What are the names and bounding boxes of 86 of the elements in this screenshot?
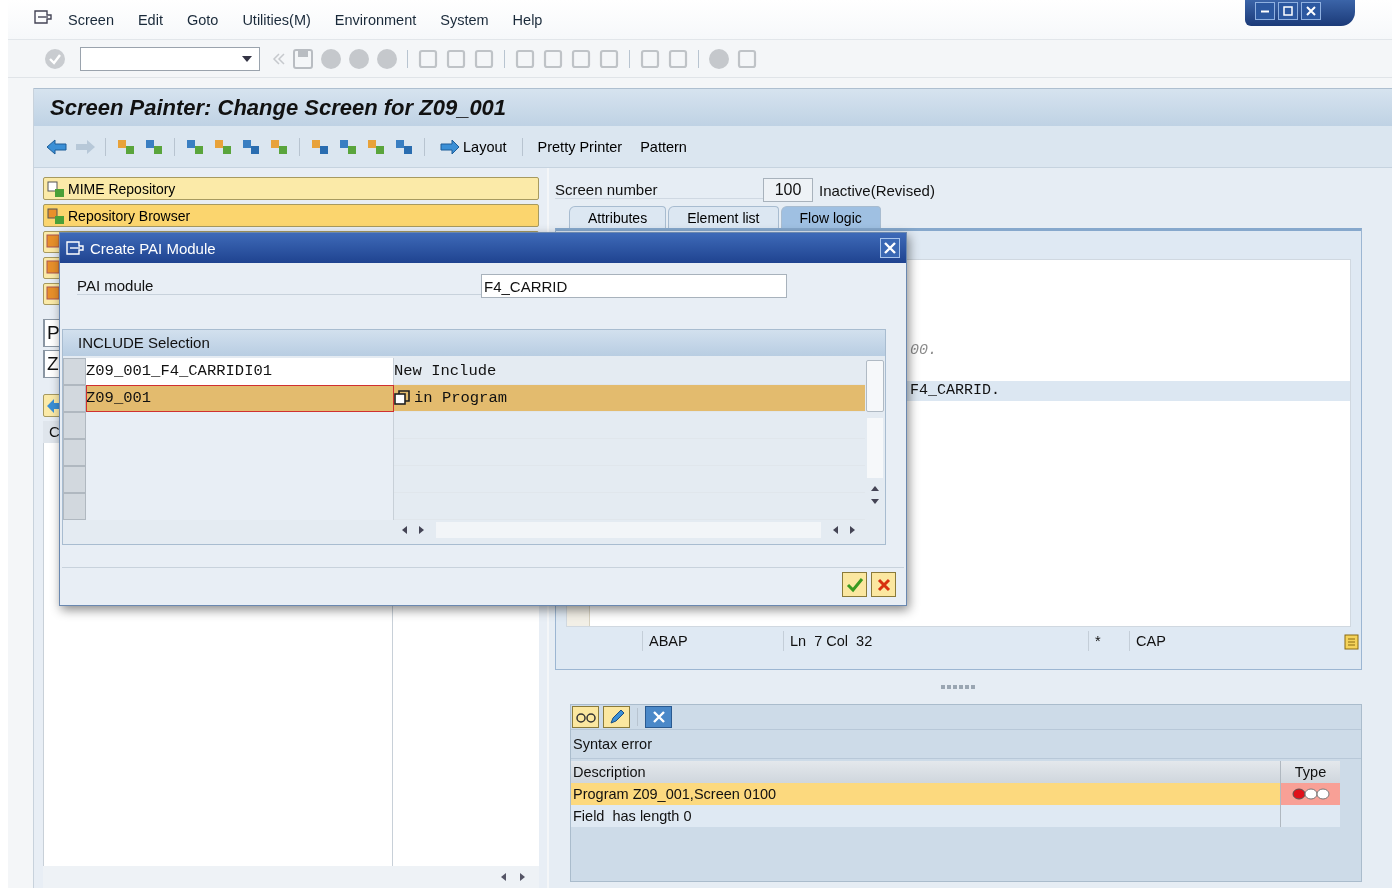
field-label: Screen number [555,181,763,199]
dialog-title: Create PAI Module [90,239,216,257]
row-selector[interactable] [63,412,86,439]
splitter-handle-icon[interactable] [940,685,977,689]
menu-item[interactable]: Goto [186,11,219,28]
save-icon[interactable] [292,47,314,70]
package-icon [46,233,62,251]
close-icon [651,710,666,724]
navigator-button[interactable]: Repository Browser [43,204,539,227]
minimize-icon [1260,9,1270,13]
arrow-right-icon [440,138,460,155]
column-header: Type [1293,763,1328,782]
package-icon [46,259,62,277]
glasses-button[interactable] [572,706,599,728]
dropdown-caret-icon [241,54,253,63]
scroll-up-icon[interactable] [870,484,880,492]
table-cell[interactable] [86,412,394,439]
group-title: INCLUDE Selection [78,334,210,351]
glasses-icon [575,710,596,724]
include-name-cell[interactable]: Z09_001 [86,385,394,412]
scroll-right-icon[interactable] [418,525,426,535]
status-text: Inactive(Revised) [819,181,935,199]
back-arrow-icon[interactable] [46,137,68,156]
menu-item[interactable]: Help [512,11,543,28]
table-row[interactable]: Z09_001_F4_CARRIDI01 New Include [63,358,865,385]
pattern-button[interactable]: Pattern [634,136,693,157]
table-cell[interactable] [86,493,394,520]
caps-status: CAP [1129,631,1236,651]
scroll-right-icon[interactable] [849,525,857,535]
tab[interactable]: Attributes [569,206,667,228]
table-cell-text: in Program [414,387,507,409]
table-row[interactable]: Z09_001 in Program [63,385,865,412]
modified-status: * [1088,631,1129,651]
navigator-button[interactable]: MIME Repository [43,177,539,200]
screen-number-field[interactable]: 100 [763,178,813,202]
minimize-button[interactable] [1255,2,1275,20]
language-status: ABAP [642,631,783,651]
cursor-position: Ln 7 Col 32 [783,631,1088,651]
menu-item[interactable]: Edit [137,11,163,28]
tab[interactable]: Flow logic [780,206,881,228]
scrollbar-thumb[interactable] [866,360,884,412]
message-title: Syntax error [573,736,652,752]
field-label: PAI module [77,277,481,295]
pretty-printer-button[interactable]: Pretty Printer [531,136,629,157]
row-selector[interactable] [63,466,86,493]
double-chevron-icon[interactable] [272,52,286,65]
scroll-left-icon[interactable] [499,872,507,882]
include-name-cell[interactable]: Z09_001_F4_CARRIDI01 [86,358,394,385]
checkmark-icon [845,576,864,593]
close-icon [1306,6,1316,16]
close-icon [884,242,896,254]
tab[interactable]: Element list [668,206,779,228]
cancel-button[interactable] [871,572,896,597]
close-button[interactable] [1301,2,1321,20]
scroll-down-icon[interactable] [870,498,880,506]
pencil-button[interactable] [603,706,630,728]
column-header: C [49,423,60,440]
maximize-icon [1283,6,1293,16]
scroll-right-icon[interactable] [519,872,527,882]
package-icon [46,285,62,303]
menu-item[interactable]: Screen [68,11,114,28]
notepad-icon[interactable] [1344,632,1360,650]
row-selector[interactable] [63,385,86,412]
maximize-button[interactable] [1278,2,1298,20]
row-selector[interactable] [63,493,86,520]
menu-item[interactable]: System [440,11,489,28]
code-line: 00. [909,341,938,361]
scroll-left-icon[interactable] [400,525,408,535]
forward-arrow-icon[interactable] [74,137,96,156]
command-field[interactable] [80,46,260,71]
table-cell-text: New Include [394,360,497,382]
menu-item[interactable]: Environment [334,11,417,28]
menu-item[interactable]: Utilities(M) [242,11,311,28]
scroll-left-icon[interactable] [831,525,839,535]
row-selector[interactable] [63,439,86,466]
menu-icon[interactable] [34,9,52,24]
pencil-icon [607,708,626,726]
enter-check-icon[interactable] [44,47,66,70]
pai-module-field[interactable]: F4_CARRID [481,274,787,298]
screen-title: Screen Painter: Change Screen for Z09_001 [50,94,507,121]
close-button[interactable] [645,706,672,728]
row-selector[interactable] [63,358,86,385]
layout-button[interactable]: Layout [434,136,513,157]
confirm-button[interactable] [842,572,867,597]
dialog-icon [66,241,84,255]
close-button[interactable] [880,238,900,258]
